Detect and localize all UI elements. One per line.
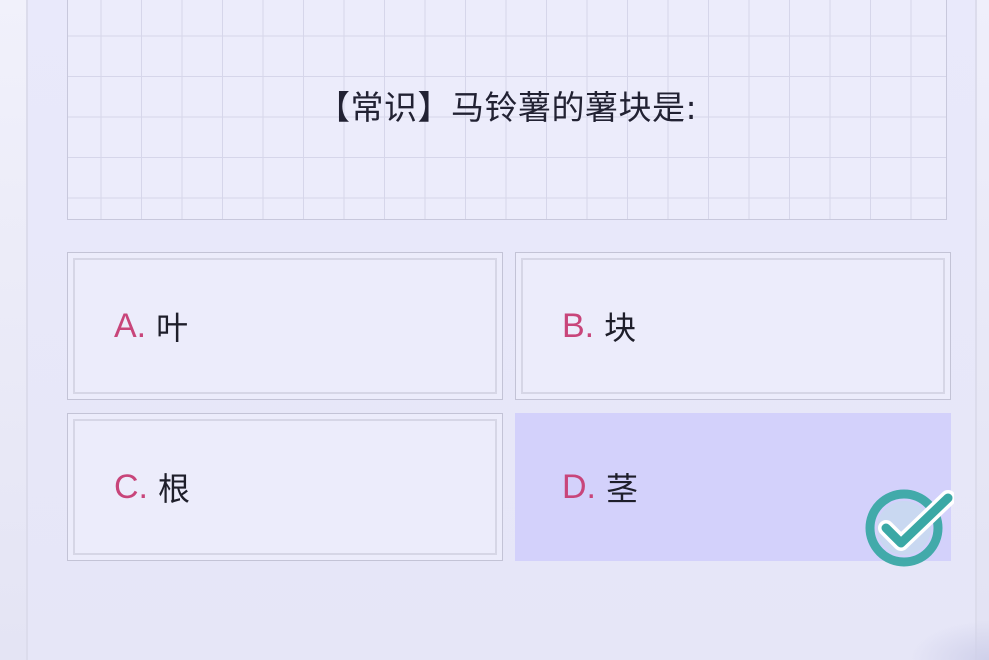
option-a-text: 叶	[156, 309, 189, 347]
option-a-letter: A.	[114, 306, 147, 345]
left-border-decoration	[0, 0, 28, 660]
corner-decoration	[909, 620, 989, 660]
question-text: 【常识】马铃薯的薯块是:	[316, 88, 698, 127]
option-b-letter: B.	[562, 306, 595, 345]
check-circle-icon	[865, 489, 954, 567]
option-c-letter: C.	[114, 467, 148, 506]
option-d-letter: D.	[562, 467, 596, 506]
option-a[interactable]: A. 叶	[67, 252, 503, 400]
option-b-text: 块	[604, 309, 637, 347]
quiz-screen: 【常识】马铃薯的薯块是: A. 叶 B. 块 C. 根 D. 茎	[0, 0, 989, 660]
right-border-decoration	[975, 0, 989, 660]
option-c[interactable]: C. 根	[67, 413, 503, 561]
option-c-text: 根	[158, 470, 191, 508]
option-d-text: 茎	[606, 470, 639, 508]
question-panel: 【常识】马铃薯的薯块是:	[67, 0, 947, 220]
option-b[interactable]: B. 块	[515, 252, 951, 400]
